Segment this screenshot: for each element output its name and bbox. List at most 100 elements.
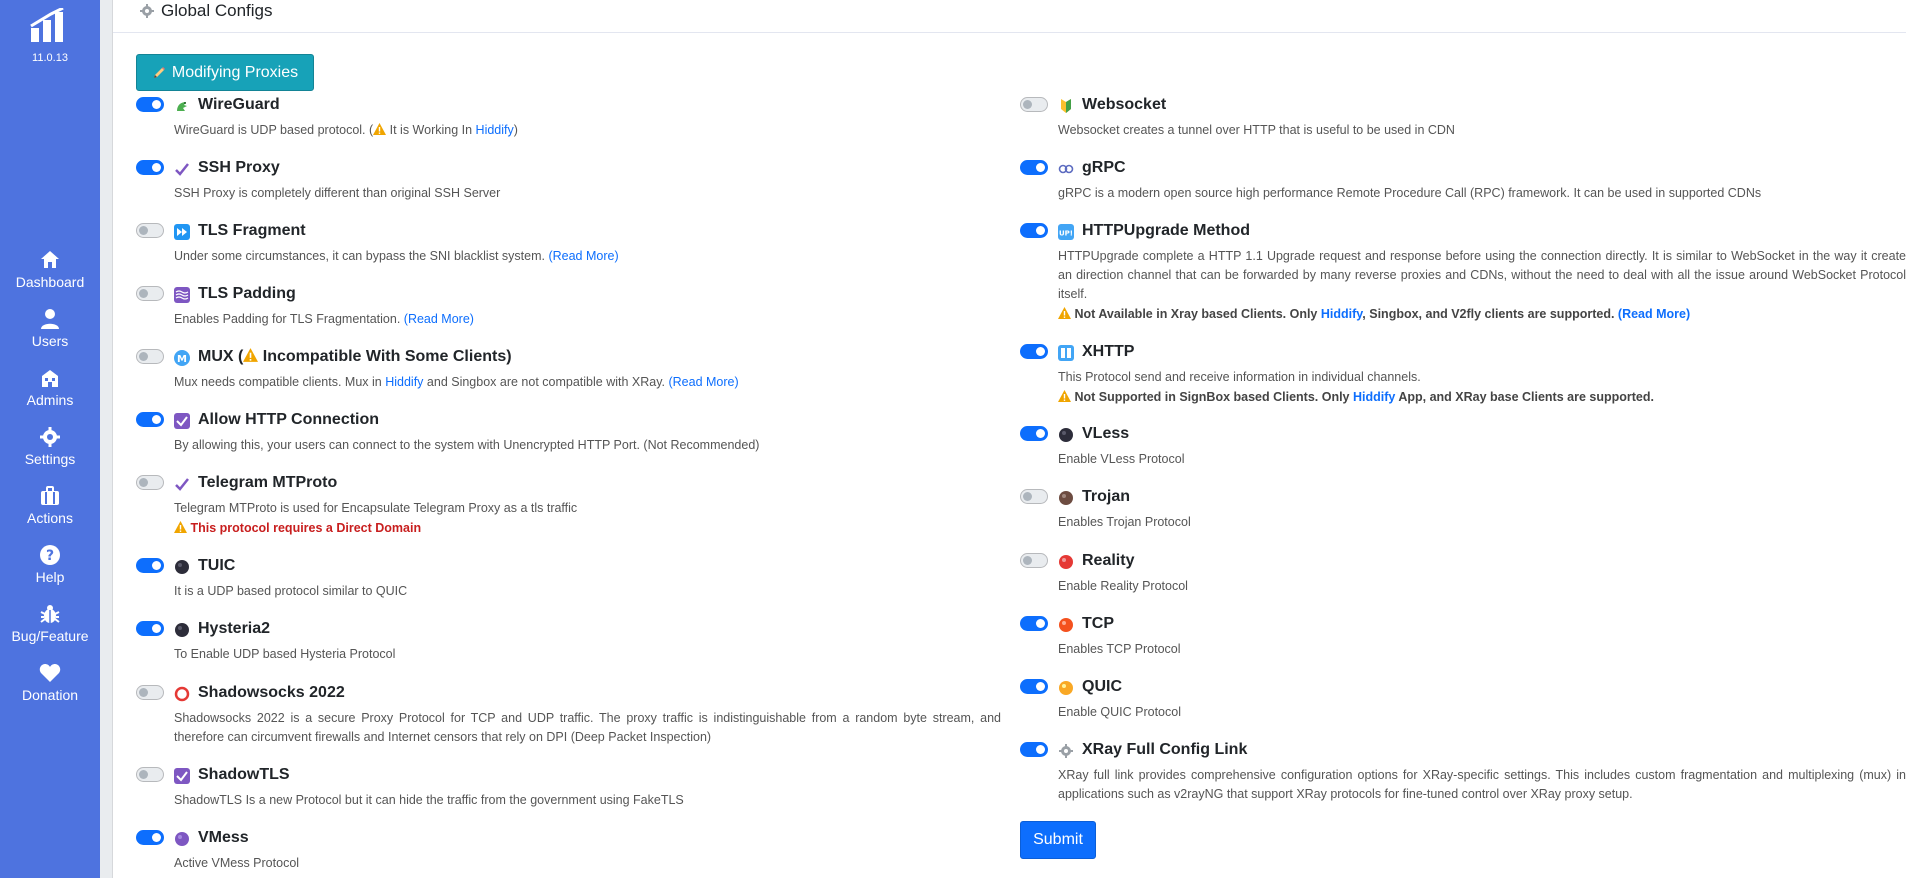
toggle-hysteria2[interactable] <box>136 621 164 636</box>
modifying-proxies-button[interactable]: Modifying Proxies <box>136 54 314 91</box>
proxy-quic: QUIC Enable QUIC Protocol <box>1020 678 1886 722</box>
gear-icon <box>40 427 60 447</box>
telegram-warning: This protocol requires a Direct Domain <box>174 519 421 538</box>
proxy-vless: VLess Enable VLess Protocol <box>1020 425 1886 469</box>
hiddify-link[interactable]: Hiddify <box>476 123 514 137</box>
proxy-websocket: Websocket Websocket creates a tunnel ove… <box>1020 96 1886 140</box>
bug-icon <box>40 605 60 623</box>
toggle-ssh-proxy[interactable] <box>136 160 164 175</box>
desc-part: Under some circumstances, it can bypass … <box>174 249 549 263</box>
proxy-tls-fragment-desc: Under some circumstances, it can bypass … <box>174 247 1001 266</box>
proxy-mux-desc: Mux needs compatible clients. Mux in Hid… <box>174 373 1001 392</box>
toggle-reality[interactable] <box>1020 553 1048 568</box>
gear-icon <box>140 4 154 18</box>
beginner-shield-icon <box>1061 99 1071 113</box>
proxy-reality-name: Reality <box>1082 552 1135 569</box>
proxy-tuic-name: TUIC <box>198 557 236 574</box>
toggle-tcp[interactable] <box>1020 616 1048 631</box>
yellow-circle-icon <box>1059 681 1073 695</box>
dark-circle-icon <box>175 623 189 637</box>
toggle-tls-padding[interactable] <box>136 286 164 301</box>
toggle-vmess[interactable] <box>136 830 164 845</box>
proxy-tls-padding-name: TLS Padding <box>198 285 296 302</box>
toggle-shadowsocks-2022[interactable] <box>136 685 164 700</box>
proxy-vless-desc: Enable VLess Protocol <box>1058 452 1185 466</box>
proxy-ssh: SSH Proxy SSH Proxy is completely differ… <box>136 159 1001 203</box>
nav-settings[interactable]: Settings <box>0 426 100 467</box>
check-mark-icon <box>175 163 189 176</box>
proxy-grpc-name: gRPC <box>1082 159 1126 176</box>
proxy-tuic: TUIC It is a UDP based protocol similar … <box>136 557 1001 601</box>
proxy-ssh-desc: SSH Proxy is completely different than o… <box>174 186 501 200</box>
warning-text: Not Supported in SignBox based Clients. … <box>1074 390 1353 404</box>
check-mark-icon <box>175 478 189 491</box>
wave-icon <box>174 287 190 303</box>
hiddify-link[interactable]: Hiddify <box>1321 307 1362 321</box>
toggle-tls-fragment[interactable] <box>136 223 164 238</box>
proxy-shadowsocks-name: Shadowsocks 2022 <box>198 684 345 701</box>
nav-users[interactable]: Users <box>0 308 100 349</box>
red-circle-icon <box>1059 555 1073 569</box>
submit-button[interactable]: Submit <box>1020 821 1096 859</box>
toggle-tuic[interactable] <box>136 558 164 573</box>
page-title: Global Configs <box>161 1 273 20</box>
nav-settings-label: Settings <box>24 451 76 467</box>
proxy-hysteria2-name: Hysteria2 <box>198 620 271 637</box>
toggle-quic[interactable] <box>1020 679 1048 694</box>
proxy-quic-name: QUIC <box>1082 678 1122 695</box>
nav-bug-feature-label: Bug/Feature <box>11 628 89 644</box>
proxy-hysteria2-desc: To Enable UDP based Hysteria Protocol <box>174 647 396 661</box>
hiddify-link[interactable]: Hiddify <box>385 375 423 389</box>
orange-circle-icon <box>1059 618 1073 632</box>
toggle-xhttp[interactable] <box>1020 344 1048 359</box>
nav-admins[interactable]: Admins <box>0 367 100 408</box>
proxy-vmess: VMess Active VMess Protocol <box>136 829 1001 873</box>
xhttp-warning: Not Supported in SignBox based Clients. … <box>1058 388 1654 407</box>
toggle-shadowtls[interactable] <box>136 767 164 782</box>
proxy-allow-http-name: Allow HTTP Connection <box>198 411 380 428</box>
hiddify-link[interactable]: Hiddify <box>1353 390 1395 404</box>
toggle-xray-full-config[interactable] <box>1020 742 1048 757</box>
nav-dashboard[interactable]: Dashboard <box>0 249 100 290</box>
pencil-icon <box>153 66 165 78</box>
toggle-websocket[interactable] <box>1020 97 1048 112</box>
desc-part: and Singbox are not compatible with XRay… <box>423 375 669 389</box>
split-box-icon <box>1058 345 1074 361</box>
proxy-xhttp-desc: This Protocol send and receive informati… <box>1058 370 1421 384</box>
proxy-xray-full-config-name: XRay Full Config Link <box>1082 741 1248 758</box>
hiddify-logo-icon[interactable] <box>29 8 71 44</box>
card-header: Global Configs <box>113 0 1906 33</box>
toggle-httpupgrade[interactable] <box>1020 223 1048 238</box>
read-more-link[interactable]: (Read More) <box>548 249 618 263</box>
nav-donation[interactable]: Donation <box>0 662 100 703</box>
red-ring-icon <box>174 686 190 702</box>
proxy-xray-full-config-desc: XRay full link provides comprehensive co… <box>1058 768 1906 801</box>
desc-part: It is Working In <box>386 123 476 137</box>
nav-help[interactable]: ? Help <box>0 544 100 585</box>
dark-circle-icon <box>175 560 189 574</box>
read-more-link[interactable]: (Read More) <box>1618 307 1690 321</box>
proxy-trojan: Trojan Enables Trojan Protocol <box>1020 488 1886 532</box>
proxy-shadowsocks-desc: Shadowsocks 2022 is a secure Proxy Proto… <box>174 711 1001 744</box>
loop-icon <box>1058 164 1074 174</box>
nav-bug-feature[interactable]: Bug/Feature <box>0 603 100 644</box>
fast-forward-icon <box>174 224 190 240</box>
warning-icon <box>1058 307 1071 319</box>
toggle-allow-http[interactable] <box>136 412 164 427</box>
toggle-grpc[interactable] <box>1020 160 1048 175</box>
toggle-vless[interactable] <box>1020 426 1048 441</box>
checkbox-icon <box>174 413 190 429</box>
toggle-telegram-mtproto[interactable] <box>136 475 164 490</box>
toggle-wireguard[interactable] <box>136 97 164 112</box>
toggle-trojan[interactable] <box>1020 489 1048 504</box>
warning-text: This protocol requires a Direct Domain <box>190 521 422 535</box>
read-more-link[interactable]: (Read More) <box>404 312 474 326</box>
proxy-reality-desc: Enable Reality Protocol <box>1058 579 1188 593</box>
proxy-mux-name: MUX ( Incompatible With Some Clients) <box>198 348 512 366</box>
toggle-mux[interactable] <box>136 349 164 364</box>
proxy-quic-desc: Enable QUIC Protocol <box>1058 705 1181 719</box>
warning-text: , Singbox, and V2fly clients are support… <box>1362 307 1618 321</box>
read-more-link[interactable]: (Read More) <box>668 375 738 389</box>
proxy-httpupgrade: UP! HTTPUpgrade Method HTTPUpgrade compl… <box>1020 222 1906 328</box>
nav-actions[interactable]: Actions <box>0 485 100 526</box>
